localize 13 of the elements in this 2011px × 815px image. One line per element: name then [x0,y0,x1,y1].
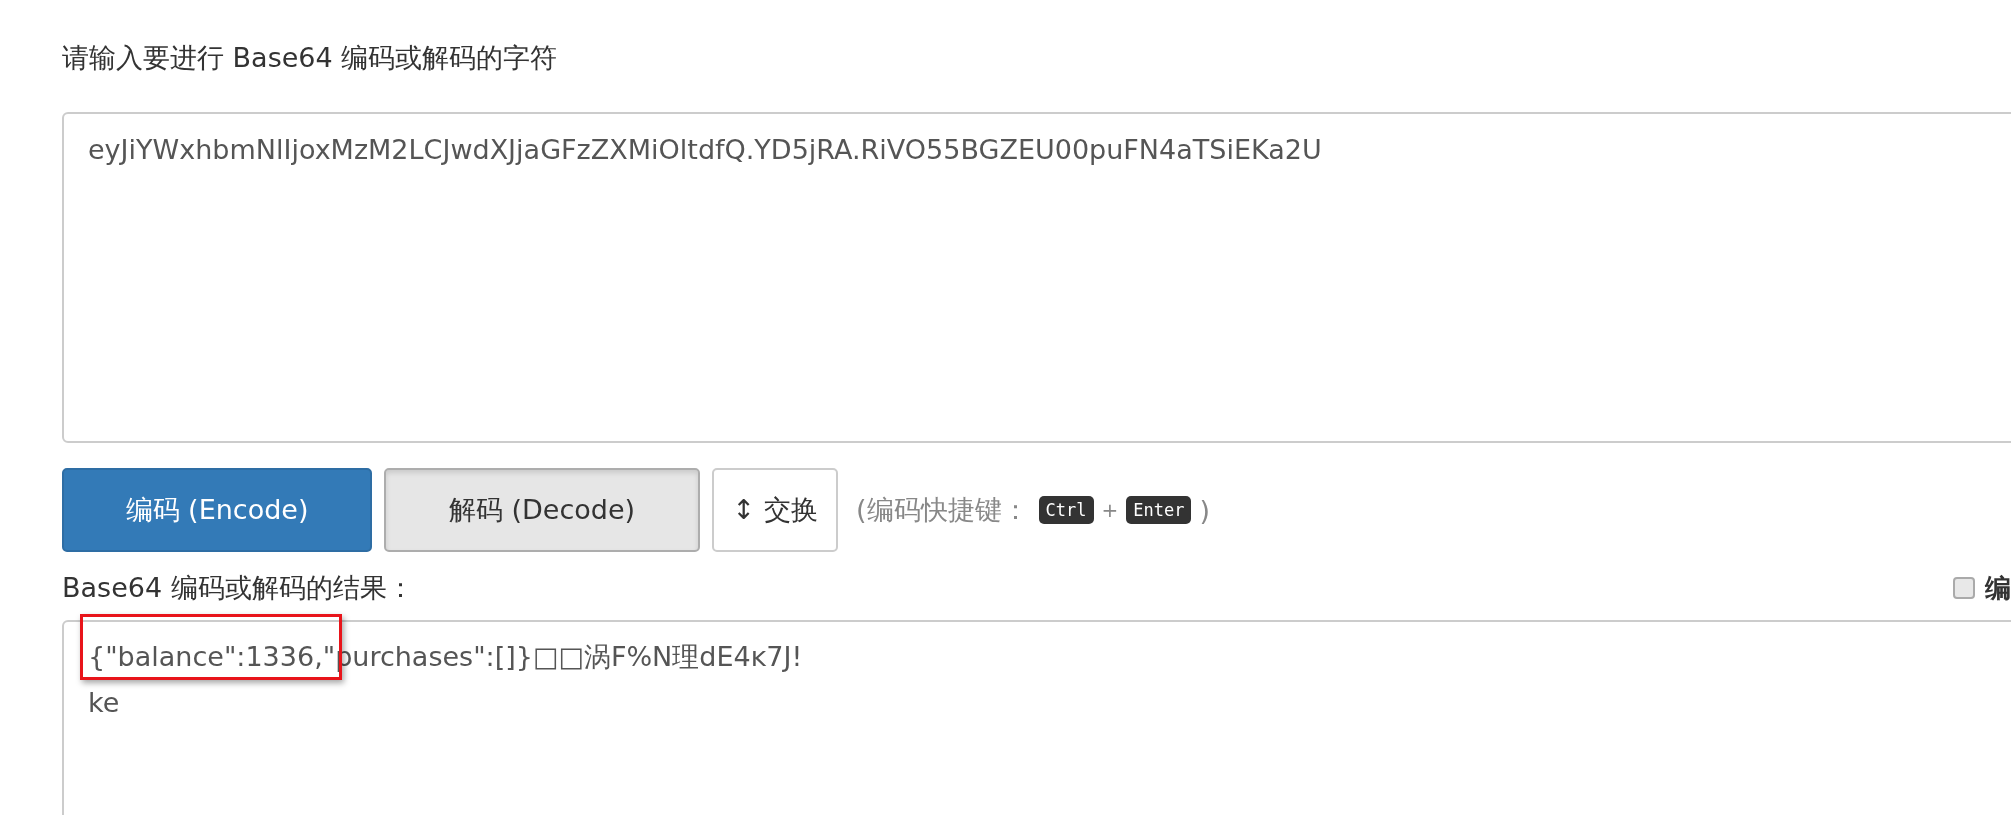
key-cap: Ctrl [1038,496,1094,524]
action-button[interactable]: ↕ 交换 [712,468,838,552]
key-cap: Enter [1126,496,1192,524]
shortcut-hint-open: (编码快捷键： [856,493,1029,527]
result-label: Base64 编码或解码的结果： [62,571,414,605]
action-button[interactable]: 解码 (Decode) [384,468,700,552]
plus-sign: + [1101,498,1119,522]
action-button[interactable]: 编码 (Encode) [62,468,372,552]
input-field[interactable]: eyJiYWxhbmNlIjoxMzM2LCJwdXJjaGFzZXMiOltdfQ.YD5jRA.RiVO55BGZEU00puFN4aTSiEKa2U [62,112,2011,443]
shortcut-hint-close: ) [1199,494,1210,526]
input-label: 请输入要进行 Base64 编码或解码的字符 [62,41,559,75]
checkbox[interactable] [1953,577,1975,599]
checkbox-label: 编 [1985,571,2011,605]
